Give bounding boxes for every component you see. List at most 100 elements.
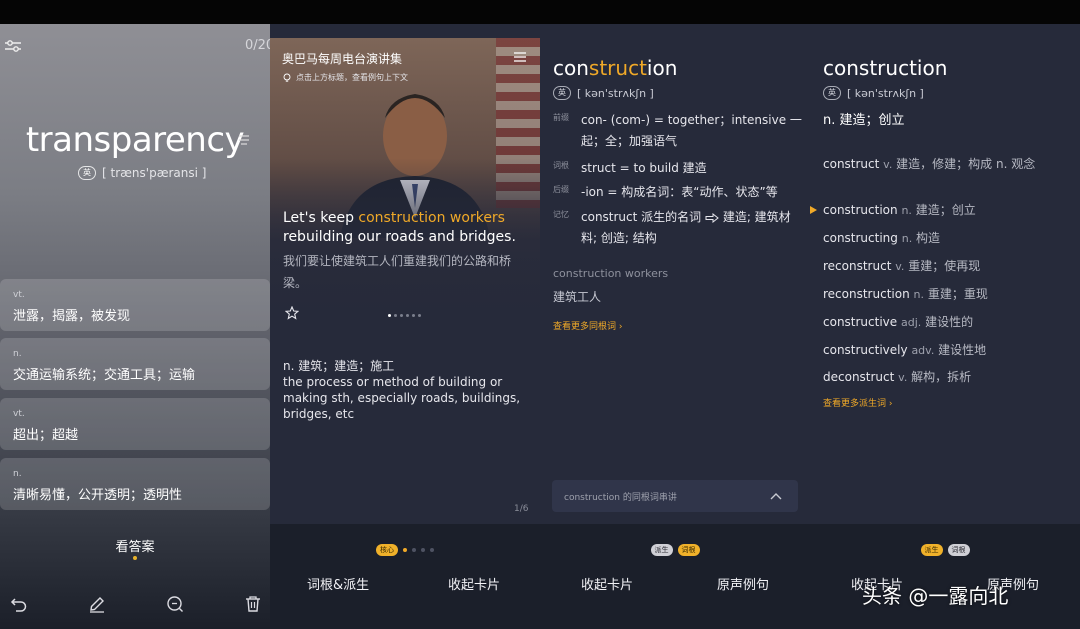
headword-meaning: n. 建造；创立 xyxy=(823,113,905,128)
derivative-pos: n. xyxy=(901,204,912,217)
row-text: -ion = 构成名词：表“动作、状态”等 xyxy=(581,185,778,199)
headword: construction xyxy=(823,56,948,80)
memory-start: construct 派生的名词 xyxy=(581,210,702,224)
headword: construction xyxy=(553,56,677,80)
card-tab-dots: 核心 xyxy=(270,544,540,556)
derivative-pill[interactable]: 派生 xyxy=(920,544,943,556)
meaning-zh: n. 建筑；建造；施工 xyxy=(283,359,395,373)
show-answer-button[interactable]: 看答案 xyxy=(0,536,270,555)
headword-root: struct xyxy=(588,56,647,80)
derivative-pos: v. xyxy=(895,260,905,273)
answer-indicator-dot xyxy=(133,556,137,560)
bottom-bar: 派生 词根 收起卡片 原声例句 xyxy=(810,524,1080,629)
roots-derivatives-button[interactable]: 词根&派生 xyxy=(307,574,369,593)
definition-text: 交通运输系统；交通工具；运输 xyxy=(13,368,196,383)
definition-option-2[interactable]: n. 交通运输系统；交通工具；运输 xyxy=(0,338,270,390)
phonetic-text: [ træns'pæransi ] xyxy=(102,166,207,180)
chevron-up-icon[interactable] xyxy=(770,491,782,501)
headword-suffix: ion xyxy=(646,56,678,80)
more-derivatives-link[interactable]: 查看更多派生词 › xyxy=(823,396,892,409)
speech-source-title[interactable]: 奥巴马每周电台演讲集 xyxy=(282,50,402,67)
undo-icon[interactable] xyxy=(10,595,28,613)
core-pill[interactable]: 核心 xyxy=(376,544,398,556)
card-tab-pills: 派生 词根 xyxy=(540,544,810,556)
sentence-translation: 我们要让使建筑工人们重建我们的公路和桥梁。 xyxy=(283,254,512,290)
root-pill[interactable]: 词根 xyxy=(947,544,970,556)
lang-badge[interactable]: 英 xyxy=(78,166,96,180)
dot xyxy=(403,548,407,552)
derivative-word: construct xyxy=(823,157,880,171)
menu-icon[interactable] xyxy=(514,52,526,62)
derivative-item[interactable]: reconstruction n. 重建；重现 xyxy=(823,284,1073,305)
definition-pos: vt. xyxy=(13,409,25,419)
row-text: con- (com-) = together；intensive 一起；全；加强… xyxy=(581,113,802,148)
derivative-word: deconstruct xyxy=(823,370,895,384)
word-menu-icon[interactable] xyxy=(238,134,250,146)
definition-option-1[interactable]: vt. 泄露，揭露，被发现 xyxy=(0,279,270,331)
video-gradient xyxy=(270,158,540,338)
derivative-item[interactable]: constructive adj. 建设性的 xyxy=(823,312,1073,333)
star-icon[interactable] xyxy=(285,306,299,320)
collapse-card-button[interactable]: 收起卡片 xyxy=(581,574,633,593)
delete-icon[interactable] xyxy=(244,595,262,613)
flashcard-panel: 0/20 transparency 英 [ træns'pæransi ] vt… xyxy=(0,24,270,629)
derivative-item[interactable]: construct v. 建造，修建；构成 n. 观念 xyxy=(823,154,1073,175)
original-examples-button[interactable]: 原声例句 xyxy=(717,574,769,593)
more-derivatives-label: 查看更多派生词 xyxy=(823,399,887,409)
more-roots-label: 查看更多同根词 xyxy=(553,322,617,332)
derivative-item[interactable]: deconstruct v. 解构，拆析 xyxy=(823,367,1073,388)
definition-text: 超出；超越 xyxy=(13,428,79,443)
derivative-meaning: 建造；创立 xyxy=(915,203,976,217)
derivative-item[interactable]: constructing n. 构造 xyxy=(823,228,1073,249)
more-roots-link[interactable]: 查看更多同根词 › xyxy=(553,319,622,332)
derivative-item[interactable]: constructively adv. 建设性地 xyxy=(823,340,1073,361)
derivative-pos: adv. xyxy=(911,344,935,357)
derivative-word: constructively xyxy=(823,343,908,357)
collocation-zh: 建筑工人 xyxy=(553,290,602,304)
sentence-start: Let's keep xyxy=(283,210,359,226)
derivative-pos: v. xyxy=(883,158,893,171)
definition-pos: n. xyxy=(13,349,22,359)
hint-text: 点击上方标题，查看例句上下文 xyxy=(296,73,408,82)
row-text: construct 派生的名词 建造; 建筑材料; 创造; 结构 xyxy=(581,207,803,249)
definition-text: 泄露，揭露，被发现 xyxy=(13,309,131,324)
derivative-item[interactable]: reconstruct v. 重建；使再现 xyxy=(823,256,1073,277)
phonetic-row[interactable]: 英 [ kən'strʌkʃn ] xyxy=(823,86,924,100)
derivative-meaning: 重建；使再现 xyxy=(908,259,981,273)
definition-option-3[interactable]: vt. 超出；超越 xyxy=(0,398,270,450)
lang-badge[interactable]: 英 xyxy=(553,86,571,100)
phonetic-row[interactable]: 英 [ kən'strʌkʃn ] xyxy=(553,86,654,100)
root-lecture-text: construction 的同根词串讲 xyxy=(564,493,677,503)
edit-icon[interactable] xyxy=(88,595,106,613)
sentence-highlight: construction workers xyxy=(358,210,505,226)
derivative-word: constructive xyxy=(823,315,898,329)
derivative-meaning: 重建；重现 xyxy=(927,287,988,301)
search-icon[interactable] xyxy=(166,595,184,613)
example-sentence: Let's keep construction workers rebuildi… xyxy=(283,209,533,247)
settings-sliders-icon[interactable] xyxy=(4,38,22,54)
lang-badge[interactable]: 英 xyxy=(823,86,841,100)
root-lecture-bar[interactable]: construction 的同根词串讲 xyxy=(552,480,798,512)
dot xyxy=(412,548,416,552)
collapse-card-button[interactable]: 收起卡片 xyxy=(448,574,500,593)
flashcard-word: transparency xyxy=(25,120,245,160)
definition-option-4[interactable]: n. 清晰易懂，公开透明；透明性 xyxy=(0,458,270,510)
phonetic-row[interactable]: 英 [ træns'pæransi ] xyxy=(78,166,206,180)
derivatives-panel: construction 英 [ kən'strʌkʃn ] n. 建造；创立 … xyxy=(810,24,1080,629)
definition-pos: vt. xyxy=(13,290,25,300)
definition-text: 清晰易懂，公开透明；透明性 xyxy=(13,488,183,503)
derivative-item[interactable]: construction n. 建造；创立 xyxy=(823,200,1073,221)
derivative-pos: n. xyxy=(901,232,913,245)
derivative-word: construction xyxy=(823,203,898,217)
context-hint: 点击上方标题，查看例句上下文 xyxy=(282,72,408,83)
derivative-meaning: 建设性的 xyxy=(925,315,974,329)
row-text: struct = to build 建造 xyxy=(581,161,707,175)
phonetic-text: [ kən'strʌkʃn ] xyxy=(577,86,654,100)
row-tag: 词根 xyxy=(553,161,569,170)
derivative-pill[interactable]: 派生 xyxy=(650,544,673,556)
page-indicator: 1/6 xyxy=(514,504,529,514)
dot xyxy=(421,548,425,552)
definition-pos: n. xyxy=(13,469,22,479)
root-pill[interactable]: 词根 xyxy=(677,544,700,556)
headword-prefix: con xyxy=(553,56,589,80)
